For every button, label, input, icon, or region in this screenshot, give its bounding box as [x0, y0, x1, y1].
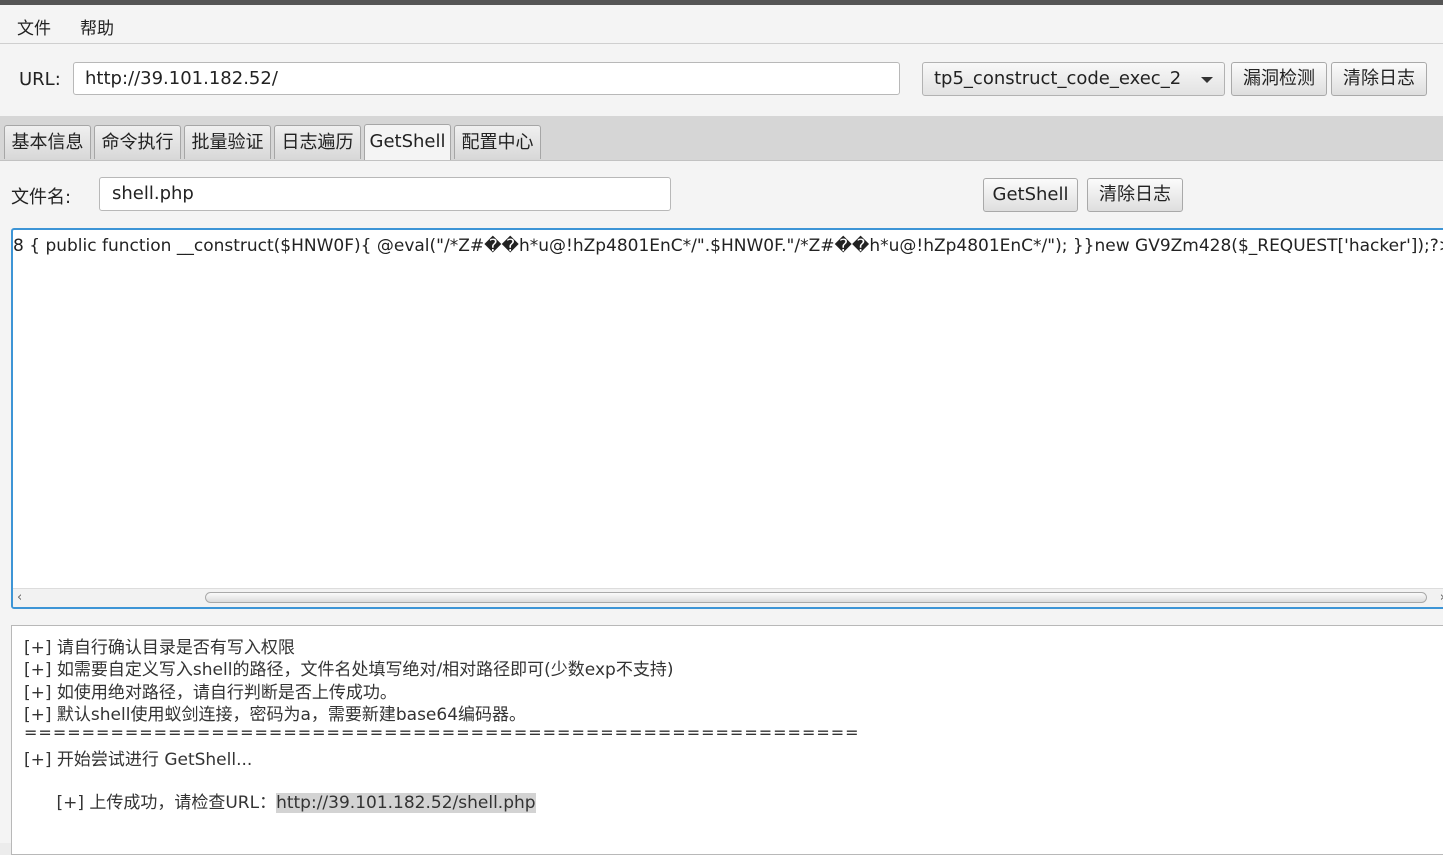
log-line: [+] 如需要自定义写入shell的路径，文件名处填写绝对/相对路径即可(少数e… — [24, 660, 674, 680]
detect-vuln-button[interactable]: 漏洞检测 — [1231, 62, 1327, 96]
tab-strip: 基本信息 命令执行 批量验证 日志遍历 GetShell 配置中心 — [0, 116, 1443, 161]
url-input[interactable]: http://39.101.182.52/ — [73, 62, 900, 95]
shell-code-editor[interactable]: 8 { public function __construct($HNW0F){… — [11, 228, 1443, 609]
horizontal-scrollbar[interactable]: ‹ › — [13, 588, 1443, 607]
exploit-select-value: tp5_construct_code_exec_2 — [934, 68, 1182, 89]
filename-input[interactable]: shell.php — [99, 177, 671, 211]
tab-log-traversal[interactable]: 日志遍历 — [274, 125, 361, 159]
filename-label: 文件名: — [11, 187, 72, 208]
menu-bar: 文件 帮助 — [0, 5, 1443, 44]
log-line-result: [+] 上传成功，请检查URL：http://39.101.182.52/she… — [24, 768, 536, 833]
getshell-panel: 文件名: shell.php GetShell 清除日志 8 { public … — [0, 161, 1443, 855]
clear-log-button[interactable]: 清除日志 — [1087, 178, 1183, 212]
shell-code-text: 8 { public function __construct($HNW0F){… — [13, 236, 1443, 256]
clear-log-button-top[interactable]: 清除日志 — [1331, 62, 1427, 96]
tab-config-center[interactable]: 配置中心 — [454, 125, 541, 159]
tab-basic-info[interactable]: 基本信息 — [4, 125, 91, 159]
log-separator: ========================================… — [24, 723, 860, 742]
log-line: [+] 默认shell使用蚁剑连接，密码为a，需要新建base64编码器。 — [24, 705, 527, 725]
chevron-down-icon — [1201, 77, 1213, 83]
tab-command-exec[interactable]: 命令执行 — [94, 125, 181, 159]
url-label: URL: — [19, 69, 61, 90]
menu-file[interactable]: 文件 — [17, 14, 51, 39]
tab-getshell[interactable]: GetShell — [364, 124, 451, 160]
tab-batch-verify[interactable]: 批量验证 — [184, 125, 271, 159]
log-line: [+] 开始尝试进行 GetShell... — [24, 750, 253, 770]
exploit-select[interactable]: tp5_construct_code_exec_2 — [922, 62, 1225, 96]
log-output[interactable]: [+] 请自行确认目录是否有写入权限 [+] 如需要自定义写入shell的路径，… — [11, 625, 1443, 855]
log-result-prefix: [+] 上传成功，请检查URL： — [56, 793, 277, 813]
scrollbar-thumb[interactable] — [205, 592, 1427, 603]
menu-help[interactable]: 帮助 — [80, 14, 114, 39]
getshell-button[interactable]: GetShell — [983, 178, 1078, 212]
chevron-left-icon[interactable]: ‹ — [17, 591, 22, 604]
result-url-link[interactable]: http://39.101.182.52/shell.php — [276, 793, 536, 813]
